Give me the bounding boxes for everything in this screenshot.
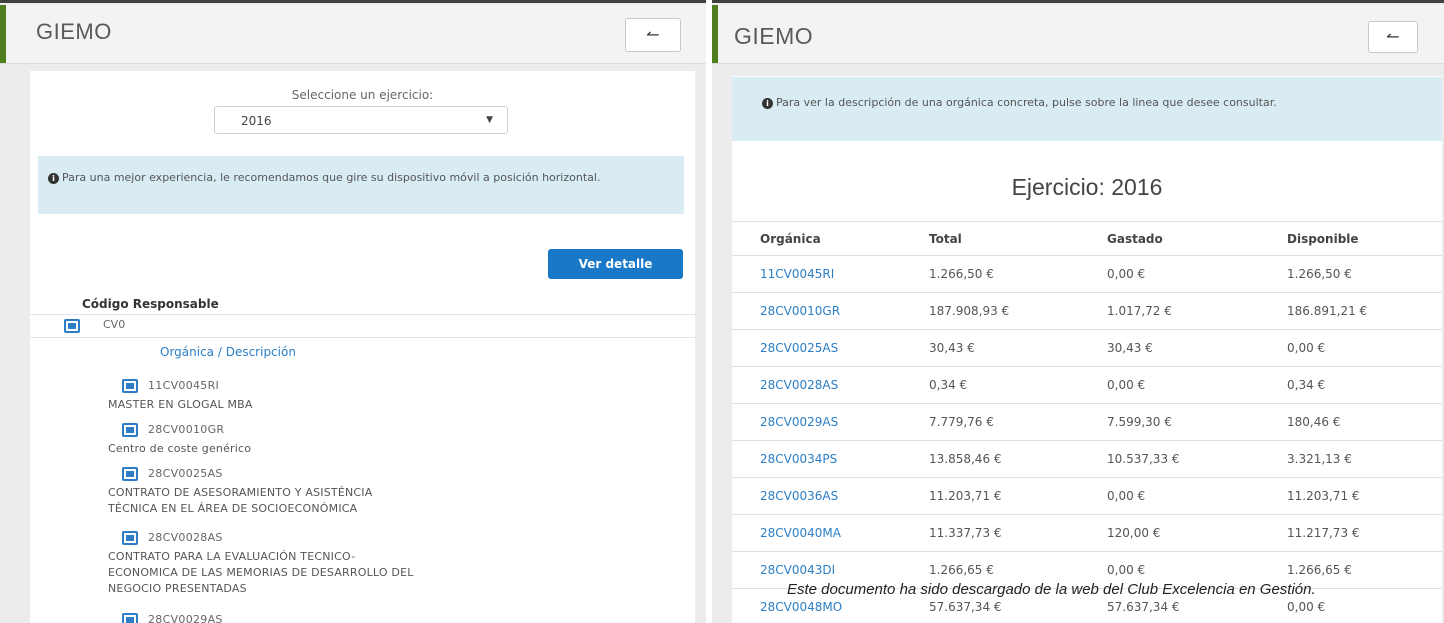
codigo-responsable-label: Código Responsable <box>82 297 219 311</box>
selection-card: Seleccione un ejercicio: 2016 ▼ i Para un… <box>30 71 695 623</box>
tree-code: 28CV0029AS <box>148 613 223 623</box>
amount-cell: 0,34 € <box>929 366 1107 404</box>
organica-link[interactable]: 28CV0034PS <box>732 440 929 478</box>
organica-link[interactable]: 28CV0040MA <box>732 514 929 552</box>
ver-detalle-button[interactable]: Ver detalle <box>548 249 683 279</box>
chevron-down-icon: ▼ <box>486 115 493 125</box>
amount-cell: 0,00 € <box>1287 329 1442 367</box>
amount-cell: 0,00 € <box>1107 366 1287 404</box>
organica-link[interactable]: 28CV0028AS <box>732 366 929 404</box>
amount-cell: 186.891,21 € <box>1287 292 1442 330</box>
amount-cell: 11.203,71 € <box>929 477 1107 515</box>
tree-code: 28CV0028AS <box>148 531 223 544</box>
organica-link[interactable]: 28CV0029AS <box>732 403 929 441</box>
amount-cell: 13.858,46 € <box>929 440 1107 478</box>
organicas-table: Orgánica Total Gastado Disponible 11CV00… <box>732 221 1442 623</box>
left-panel: GIEMO ↼ Seleccione un ejercicio: 2016 ▼ … <box>0 0 706 623</box>
table-row[interactable]: 28CV0025AS 30,43 €30,43 €0,00 € <box>732 329 1442 367</box>
amount-cell: 7.779,76 € <box>929 403 1107 441</box>
top-border <box>712 0 1444 3</box>
organica-link[interactable]: 28CV0036AS <box>732 477 929 515</box>
organica-link[interactable]: 28CV0010GR <box>732 292 929 330</box>
amount-cell: 3.321,13 € <box>1287 440 1442 478</box>
divider <box>30 337 695 338</box>
select-label: Seleccione un ejercicio: <box>291 88 434 102</box>
table-row[interactable]: 11CV0045RI 1.266,50 €0,00 €1.266,50 € <box>732 255 1442 293</box>
right-panel: GIEMO ↼ i Para ver la descripción de una … <box>712 0 1444 623</box>
column-header: Disponible <box>1287 221 1442 256</box>
app-header: GIEMO ↼ <box>712 5 1444 64</box>
app-title: GIEMO <box>734 23 814 49</box>
organica-link[interactable]: 28CV0025AS <box>732 329 929 367</box>
checkbox-organica[interactable] <box>122 379 138 393</box>
results-card: i Para ver la descripción de una orgánica… <box>732 76 1442 623</box>
tree-desc: CONTRATO PARA LA EVALUACIÓN TECNICO- ECO… <box>108 550 414 595</box>
info-message: Para una mejor experiencia, le recomenda… <box>62 171 601 184</box>
download-watermark: Este documento ha sido descargado de la … <box>787 581 1316 598</box>
amount-cell: 30,43 € <box>929 329 1107 367</box>
checkbox-organica[interactable] <box>122 531 138 545</box>
description-info-alert: i Para ver la descripción de una orgánica… <box>732 77 1442 141</box>
divider <box>30 314 695 315</box>
checkbox-organica[interactable] <box>122 423 138 437</box>
top-border <box>0 0 706 3</box>
table-header-row: Orgánica Total Gastado Disponible <box>732 221 1442 256</box>
info-message: Para ver la descripción de una orgánica … <box>776 96 1277 109</box>
info-icon: i <box>762 98 773 109</box>
amount-cell: 0,00 € <box>1107 477 1287 515</box>
info-icon: i <box>48 173 59 184</box>
app-title: GIEMO <box>36 19 112 44</box>
tree-desc: MASTER EN GLOGAL MBA <box>108 398 253 411</box>
back-button[interactable]: ↼ <box>1368 21 1418 53</box>
checkbox-organica[interactable] <box>122 467 138 481</box>
amount-cell: 11.203,71 € <box>1287 477 1442 515</box>
amount-cell: 11.337,73 € <box>929 514 1107 552</box>
checkbox-organica[interactable] <box>122 613 138 623</box>
header-accent <box>0 5 6 63</box>
selected-year: 2016 <box>241 114 272 128</box>
ejercicio-title: Ejercicio: 2016 <box>1011 174 1163 200</box>
amount-cell: 1.266,50 € <box>1287 255 1442 293</box>
table-row[interactable]: 28CV0010GR 187.908,93 €1.017,72 €186.891,… <box>732 292 1442 330</box>
amount-cell: 1.017,72 € <box>1107 292 1287 330</box>
organica-header: Orgánica / Descripción <box>160 345 296 359</box>
year-select[interactable]: 2016 ▼ <box>214 106 508 134</box>
amount-cell: 0,34 € <box>1287 366 1442 404</box>
amount-cell: 0,00 € <box>1107 255 1287 293</box>
tree-code: 11CV0045RI <box>148 379 220 392</box>
amount-cell: 1.266,50 € <box>929 255 1107 293</box>
table-row[interactable]: 28CV0036AS 11.203,71 €0,00 €11.203,71 € <box>732 477 1442 515</box>
table-row[interactable]: 28CV0029AS 7.779,76 €7.599,30 €180,46 € <box>732 403 1442 441</box>
amount-cell: 10.537,33 € <box>1107 440 1287 478</box>
tree-desc: Centro de coste genérico <box>108 442 252 455</box>
amount-cell: 30,43 € <box>1107 329 1287 367</box>
app-header: GIEMO ↼ <box>0 5 706 64</box>
column-header: Total <box>929 221 1107 256</box>
amount-cell: 187.908,93 € <box>929 292 1107 330</box>
tree-code: 28CV0010GR <box>148 423 225 436</box>
amount-cell: 11.217,73 € <box>1287 514 1442 552</box>
back-button[interactable]: ↼ <box>625 18 681 52</box>
amount-cell: 180,46 € <box>1287 403 1442 441</box>
header-accent <box>712 5 718 63</box>
amount-cell: 7.599,30 € <box>1107 403 1287 441</box>
table-row[interactable]: 28CV0028AS 0,34 €0,00 €0,34 € <box>732 366 1442 404</box>
checkbox-cv0[interactable] <box>64 319 80 333</box>
responsible-code: CV0 <box>103 318 126 331</box>
tree-code: 28CV0025AS <box>148 467 223 480</box>
column-header: Orgánica <box>732 221 929 256</box>
column-header: Gastado <box>1107 221 1287 256</box>
table-row[interactable]: 28CV0040MA 11.337,73 €120,00 €11.217,73 € <box>732 514 1442 552</box>
organica-link[interactable]: 11CV0045RI <box>732 255 929 293</box>
rotate-info-alert: i Para una mejor experiencia, le recomend… <box>38 156 684 214</box>
amount-cell: 120,00 € <box>1107 514 1287 552</box>
tree-desc: CONTRATO DE ASESORAMIENTO Y ASISTÉNCIA T… <box>108 486 373 515</box>
table-row[interactable]: 28CV0034PS 13.858,46 €10.537,33 €3.321,13… <box>732 440 1442 478</box>
